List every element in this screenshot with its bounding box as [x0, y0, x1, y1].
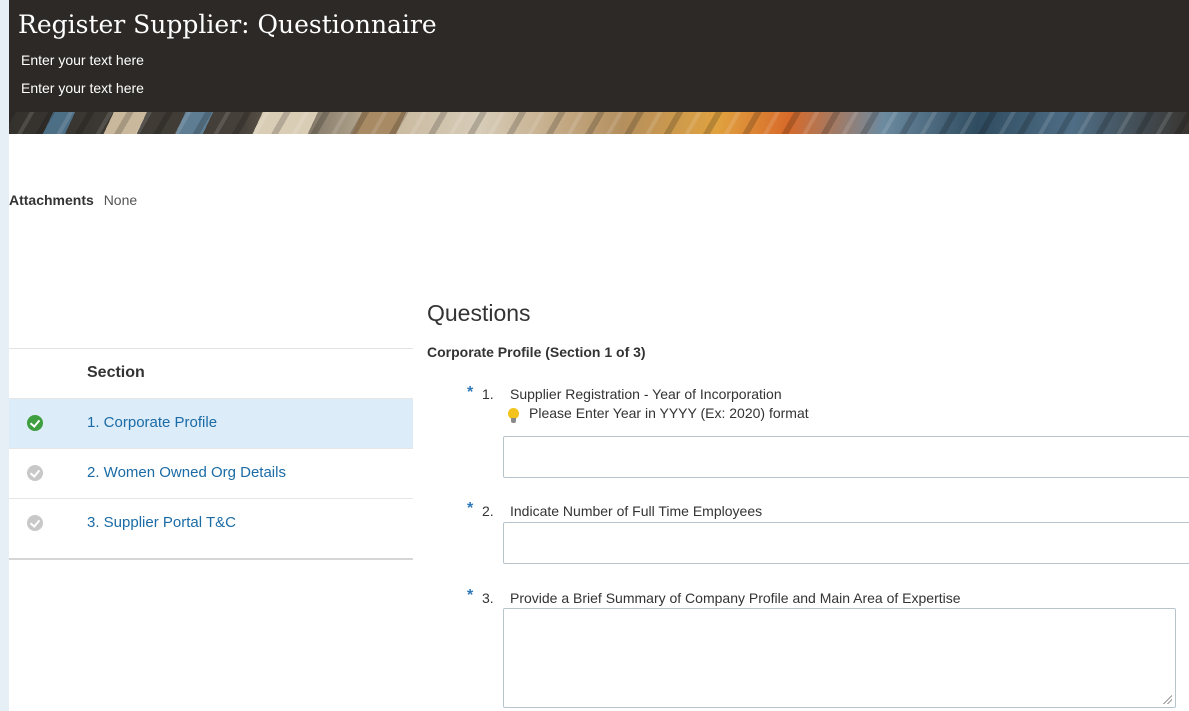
section-item-corporate-profile[interactable]: 1. Corporate Profile [9, 398, 413, 448]
question-hint: Please Enter Year in YYYY (Ex: 2020) for… [508, 405, 809, 423]
question-number: 3. [482, 590, 494, 606]
header-banner-image [9, 112, 1189, 134]
page-header: Register Supplier: Questionnaire Enter y… [9, 0, 1189, 134]
section-item-women-owned-org-details[interactable]: 2. Women Owned Org Details [9, 448, 413, 498]
page: Register Supplier: Questionnaire Enter y… [0, 0, 1189, 711]
divider [9, 348, 413, 349]
section-item-label[interactable]: 3. Supplier Portal T&C [87, 514, 236, 531]
section-column-header: Section [87, 364, 145, 381]
required-marker: * [467, 384, 474, 401]
question-text: Provide a Brief Summary of Company Profi… [510, 590, 961, 606]
question-text: Indicate Number of Full Time Employees [510, 503, 763, 519]
section-item-label[interactable]: 2. Women Owned Org Details [87, 464, 286, 481]
hint-text: Please Enter Year in YYYY (Ex: 2020) for… [529, 405, 809, 421]
lightbulb-icon [508, 408, 519, 423]
section-subheading: Corporate Profile (Section 1 of 3) [427, 344, 646, 360]
attachments-value: None [103, 192, 138, 208]
questions-heading: Questions [427, 300, 531, 326]
question-number: 1. [482, 386, 494, 402]
window-edge [0, 0, 9, 711]
header-text-line-2: Enter your text here [21, 80, 144, 96]
full-time-employees-input[interactable] [503, 522, 1189, 564]
company-profile-summary-textarea[interactable] [503, 608, 1176, 708]
attachments-label: Attachments [9, 192, 94, 208]
page-title: Register Supplier: Questionnaire [18, 10, 437, 39]
section-item-label[interactable]: 1. Corporate Profile [87, 414, 217, 431]
required-marker: * [467, 587, 474, 604]
divider [9, 558, 413, 560]
question-number: 2. [482, 503, 494, 519]
required-marker: * [467, 500, 474, 517]
year-of-incorporation-input[interactable] [503, 436, 1189, 478]
check-circle-icon [27, 465, 43, 481]
attachments-field: Attachments None [9, 192, 137, 208]
resize-handle-icon[interactable] [1162, 694, 1172, 704]
section-item-supplier-portal-tc[interactable]: 3. Supplier Portal T&C [9, 498, 413, 548]
check-circle-icon [27, 515, 43, 531]
check-circle-icon [27, 415, 43, 431]
header-text-line-1: Enter your text here [21, 52, 144, 68]
question-text: Supplier Registration - Year of Incorpor… [510, 386, 782, 402]
